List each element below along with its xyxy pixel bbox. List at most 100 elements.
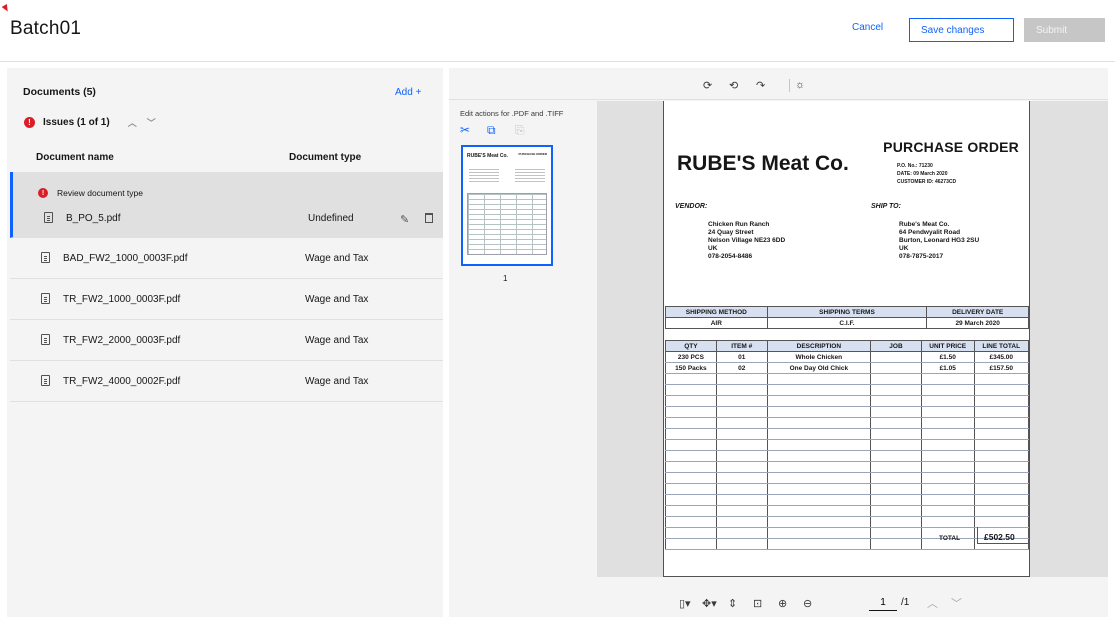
document-row[interactable]: TR_FW2_2000_0003F.pdf Wage and Tax [10,320,443,361]
submit-button[interactable]: Submit [1024,18,1105,42]
page-total: /1 [901,597,910,608]
po-info: P.O. No.: 71230 DATE: 09 March 2020 CUST… [897,162,956,186]
chevron-down-icon[interactable]: ﹀ [147,116,156,129]
table-cell [973,384,1030,396]
empty-table-row [665,406,1030,418]
column-header-document-type[interactable]: Document type [289,152,361,163]
thumbnail-text-lines [515,169,545,183]
rotate-left-icon[interactable]: ⟳ [703,79,712,92]
address-line: 24 Quay Street [708,229,754,236]
trash-icon[interactable] [425,213,433,223]
brightness-icon[interactable]: ☼ [795,79,805,91]
table-cell [920,373,975,385]
split-scissors-icon[interactable]: ✂ [460,123,470,137]
table-cell [973,505,1030,517]
empty-table-row [665,428,1030,440]
table-header: DELIVERY DATE [926,306,1029,318]
document-row[interactable]: BAD_FW2_1000_0003F.pdf Wage and Tax [10,238,443,279]
table-cell [766,505,872,517]
empty-table-row [665,395,1030,407]
fit-page-icon[interactable]: ⊡ [753,597,762,610]
document-row-selected[interactable]: ! Review document type B_PO_5.pdf Undefi… [10,172,443,238]
zoom-out-icon[interactable]: ⊖ [803,597,812,610]
chevron-up-icon[interactable]: ︿ [128,116,137,129]
table-cell [715,538,768,550]
table-cell [920,461,975,473]
empty-table-row [665,483,1030,495]
edit-pencil-icon[interactable]: ✎ [400,213,409,226]
document-type: Wage and Tax [305,253,369,264]
issues-navigator: ! Issues (1 of 1) ︿ ﹀ [24,116,156,129]
next-page-icon[interactable]: ﹀ [951,595,962,611]
table-cell: £1.05 [920,362,975,374]
table-cell [973,395,1030,407]
rotate-right-icon[interactable]: ⟲ [729,79,738,92]
thumbnail-text-lines [469,169,499,183]
save-changes-button[interactable]: Save changes [909,18,1014,42]
issues-label: Issues (1 of 1) [43,117,110,128]
document-name: TR_FW2_2000_0003F.pdf [63,335,181,346]
table-cell [715,461,768,473]
add-document-link[interactable]: Add + [395,87,421,98]
edit-actions-label: Edit actions for .PDF and .TIFF [460,109,564,118]
table-cell [715,472,768,484]
viewer-top-toolbar: ⟳ ⟲ ↷ ☼ [449,68,1108,100]
table-cell [870,450,922,462]
table-cell [766,527,872,539]
thumbnail-table [467,193,547,255]
table-cell [870,384,922,396]
table-cell [973,450,1030,462]
table-cell [665,494,717,506]
empty-table-row [665,417,1030,429]
table-cell [715,373,768,385]
redo-icon[interactable]: ↷ [756,79,765,92]
zoom-in-icon[interactable]: ⊕ [778,597,787,610]
table-cell [766,472,872,484]
total-label: TOTAL [939,535,961,542]
table-cell [665,395,717,407]
page-title: Batch01 [10,18,82,39]
po-customer-id: CUSTOMER ID: 46273CD [897,179,957,185]
table-cell [920,395,975,407]
table-cell [715,428,768,440]
empty-table-row [665,384,1030,396]
table-cell: 150 Packs [665,362,717,374]
table-cell: £157.50 [973,362,1030,374]
copy-pages-icon[interactable]: ⧉ [487,123,496,138]
page-thumbnail[interactable]: RUBE'S Meat Co. PURCHASE ORDER [461,145,553,266]
empty-table-row [665,472,1030,484]
document-type: Wage and Tax [305,294,369,305]
table-cell [973,483,1030,495]
column-header-document-name[interactable]: Document name [36,152,114,163]
table-cell [920,516,975,528]
table-cell [766,384,872,396]
table-cell [766,373,872,385]
document-row[interactable]: TR_FW2_4000_0002F.pdf Wage and Tax [10,361,443,402]
table-cell [973,516,1030,528]
table-cell [920,494,975,506]
fit-height-icon[interactable]: ⇕ [728,597,737,610]
address-line: UK [899,245,909,252]
table-cell [870,483,922,495]
document-row[interactable]: TR_FW2_1000_0003F.pdf Wage and Tax [10,279,443,320]
move-pages-icon[interactable]: ⎘ [515,123,525,138]
shipto-label: SHIP TO: [871,203,901,210]
view-mode-icon[interactable]: ▯▾ [679,597,691,610]
previous-page-icon[interactable]: ︿ [927,595,938,611]
vendor-label: VENDOR: [675,203,708,210]
page-number-input[interactable] [869,595,897,611]
empty-table-row [665,439,1030,451]
po-date: DATE: 09 March 2020 [897,171,948,177]
cancel-button[interactable]: Cancel [852,22,883,33]
table-header: SHIPPING TERMS [766,306,928,318]
table-cell [973,472,1030,484]
table-cell [665,384,717,396]
document-type: Wage and Tax [305,335,369,346]
pan-icon[interactable]: ✥▾ [702,597,717,610]
document-type: Wage and Tax [305,376,369,387]
table-cell [870,472,922,484]
table-cell [870,373,922,385]
table-cell [665,516,717,528]
table-cell [665,406,717,418]
table-cell [973,406,1030,418]
